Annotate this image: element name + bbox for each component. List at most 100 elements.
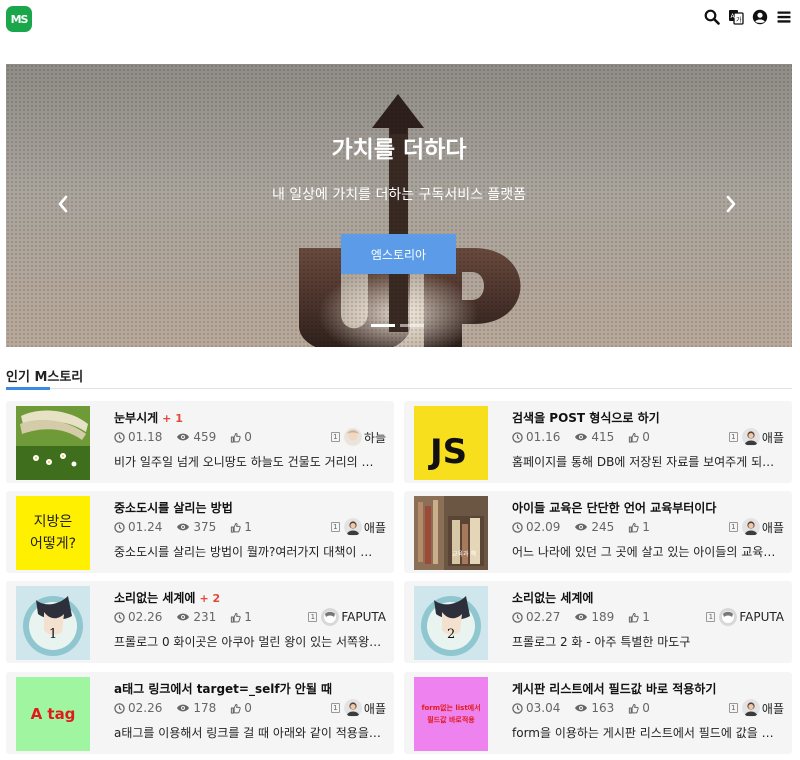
- clock-icon: [512, 521, 526, 533]
- post-card[interactable]: 교육과 책 아이들 교육은 단단한 언어 교육부터이다 02.09 245 1 1 애플 어느…: [404, 491, 792, 573]
- post-title[interactable]: a태그 링크에서 target=_self가 안될 때: [114, 680, 332, 697]
- thumb-text: 지방은 어떻게?: [16, 496, 90, 570]
- post-views: 245: [574, 520, 614, 534]
- post-likes: 1: [230, 520, 252, 534]
- post-date: 01.24: [114, 520, 162, 534]
- post-author[interactable]: 1 애플: [728, 699, 784, 717]
- section-divider: [6, 388, 792, 389]
- hero-banner: 가치를 더하다 내 일상에 가치를 더하는 구독서비스 플랫폼 엠스토리아: [6, 64, 792, 347]
- author-name: 애플: [761, 520, 784, 535]
- thumbs-up-icon: [230, 703, 244, 714]
- post-title[interactable]: 중소도시를 살리는 방법: [114, 499, 233, 516]
- post-likes: 1: [628, 520, 650, 534]
- member-level-icon: 1: [330, 703, 340, 713]
- eye-icon: [574, 432, 591, 442]
- carousel-next-icon[interactable]: [724, 194, 738, 214]
- post-thumbnail[interactable]: JS: [414, 406, 488, 480]
- carousel-prev-icon[interactable]: [56, 194, 70, 214]
- post-excerpt: 프롤로그 2 화 - 아주 특별한 마도구: [512, 635, 691, 649]
- author-name: 애플: [761, 701, 784, 716]
- post-date: 02.26: [114, 701, 162, 715]
- post-author[interactable]: 1 FAPUTA: [706, 608, 784, 626]
- post-card[interactable]: 1 소리없는 세계에 + 2 02.26 231 1 1 FAPUTA 프롤로그 0 화이곳은 …: [6, 581, 394, 663]
- post-title[interactable]: 눈부시게 + 1: [114, 409, 183, 426]
- user-icon[interactable]: [752, 9, 768, 25]
- post-thumbnail[interactable]: 1: [16, 586, 90, 660]
- thumbs-up-icon: [628, 612, 642, 623]
- svg-text:가: 가: [736, 16, 742, 24]
- member-level-icon: 1: [728, 432, 738, 442]
- post-thumbnail[interactable]: 지방은 어떻게?: [16, 496, 90, 570]
- post-title[interactable]: 검색을 POST 형식으로 하기: [512, 409, 660, 426]
- carousel-dot-1[interactable]: [371, 324, 395, 327]
- post-author[interactable]: 1 애플: [728, 428, 784, 446]
- member-level-icon: 1: [330, 522, 340, 532]
- eye-icon: [176, 522, 193, 532]
- avatar: [719, 608, 738, 626]
- post-author[interactable]: 1 하늘: [330, 428, 386, 446]
- eye-icon: [574, 703, 591, 713]
- thumbs-up-icon: [230, 612, 244, 623]
- clock-icon: [114, 611, 128, 623]
- post-author[interactable]: 1 애플: [330, 699, 386, 717]
- member-level-icon: 1: [728, 703, 738, 713]
- avatar: [741, 428, 760, 446]
- search-icon[interactable]: [704, 9, 720, 25]
- svg-text:교육과 책: 교육과 책: [452, 550, 476, 558]
- post-likes: 0: [628, 430, 650, 444]
- menu-icon[interactable]: [776, 9, 792, 25]
- clock-icon: [114, 702, 128, 714]
- avatar: [343, 518, 362, 536]
- author-name: FAPUTA: [739, 610, 784, 624]
- post-thumbnail[interactable]: form없는 list에서 필드값 바로적용: [414, 677, 488, 751]
- post-date: 02.27: [512, 610, 560, 624]
- ms-logo[interactable]: MS: [6, 6, 32, 32]
- translate-icon[interactable]: A 가: [728, 9, 744, 25]
- post-excerpt: 중소도시를 살리는 방법이 뭘까?여러가지 대책이 있을 …: [114, 545, 382, 559]
- eye-icon: [176, 703, 193, 713]
- post-excerpt: 홈페이지를 통해 DB에 저장된 자료를 보여주게 되는데,…: [512, 455, 780, 469]
- post-card[interactable]: A tag a태그 링크에서 target=_self가 안될 때 02.26 178…: [6, 672, 394, 754]
- post-title[interactable]: 소리없는 세계에: [512, 589, 593, 606]
- post-card[interactable]: 눈부시게 + 1 01.18 459 0 1 하늘 비가 일주일 넘게 오니땅도 하늘도 건물…: [6, 401, 394, 483]
- post-thumbnail[interactable]: A tag: [16, 677, 90, 751]
- thumbs-up-icon: [628, 432, 642, 443]
- carousel-dot-2[interactable]: [400, 324, 424, 327]
- section-title: 인기 M스토리: [6, 370, 84, 385]
- post-card[interactable]: form없는 list에서 필드값 바로적용 게시판 리스트에서 필드값 바로 적…: [404, 672, 792, 754]
- post-views: 189: [574, 610, 614, 624]
- hero-cta-button[interactable]: 엠스토리아: [341, 234, 456, 274]
- post-thumbnail[interactable]: 교육과 책: [414, 496, 488, 570]
- clock-icon: [512, 611, 526, 623]
- author-name: FAPUTA: [341, 610, 386, 624]
- post-author[interactable]: 1 애플: [330, 518, 386, 536]
- post-excerpt: 프롤로그 0 화이곳은 아쿠아 멀린 왕이 있는 서쪽왕국, …: [114, 635, 382, 649]
- eye-icon: [574, 522, 591, 532]
- post-card[interactable]: 2 소리없는 세계에 02.27 189 1 1 FAPUTA 프롤로그 2 화 - 아주 특…: [404, 581, 792, 663]
- post-author[interactable]: 1 FAPUTA: [308, 608, 386, 626]
- post-thumbnail[interactable]: 2: [414, 586, 488, 660]
- thumbs-up-icon: [230, 432, 244, 443]
- thumb-text: A tag: [16, 677, 90, 751]
- post-title[interactable]: 게시판 리스트에서 필드값 바로 적용하기: [512, 680, 716, 697]
- thumb-text: 1: [49, 627, 57, 642]
- post-card[interactable]: JS 검색을 POST 형식으로 하기 01.16 415 0 1 애플 홈페이지를 통해 D…: [404, 401, 792, 483]
- post-views: 163: [574, 701, 614, 715]
- post-likes: 0: [230, 701, 252, 715]
- post-excerpt: form을 이용하는 게시판 리스트에서 필드에 값을 넣기 …: [512, 726, 780, 740]
- rank-change-badge: + 1: [162, 412, 183, 425]
- post-thumbnail[interactable]: [16, 406, 90, 480]
- post-author[interactable]: 1 애플: [728, 518, 784, 536]
- post-likes: 1: [628, 610, 650, 624]
- post-likes: 0: [628, 701, 650, 715]
- member-level-icon: 1: [728, 522, 738, 532]
- post-excerpt: 비가 일주일 넘게 오니땅도 하늘도 건물도 거리의 사람…: [114, 455, 382, 469]
- post-date: 01.18: [114, 430, 162, 444]
- post-card[interactable]: 지방은 어떻게? 중소도시를 살리는 방법 01.24 375 1 1 애플 중소도시를 살리…: [6, 491, 394, 573]
- post-date: 02.09: [512, 520, 560, 534]
- rank-change-badge: + 2: [199, 592, 221, 605]
- post-likes: 1: [230, 610, 252, 624]
- header: MS A 가: [0, 0, 800, 36]
- post-title[interactable]: 소리없는 세계에 + 2: [114, 589, 220, 606]
- post-title[interactable]: 아이들 교육은 단단한 언어 교육부터이다: [512, 499, 716, 516]
